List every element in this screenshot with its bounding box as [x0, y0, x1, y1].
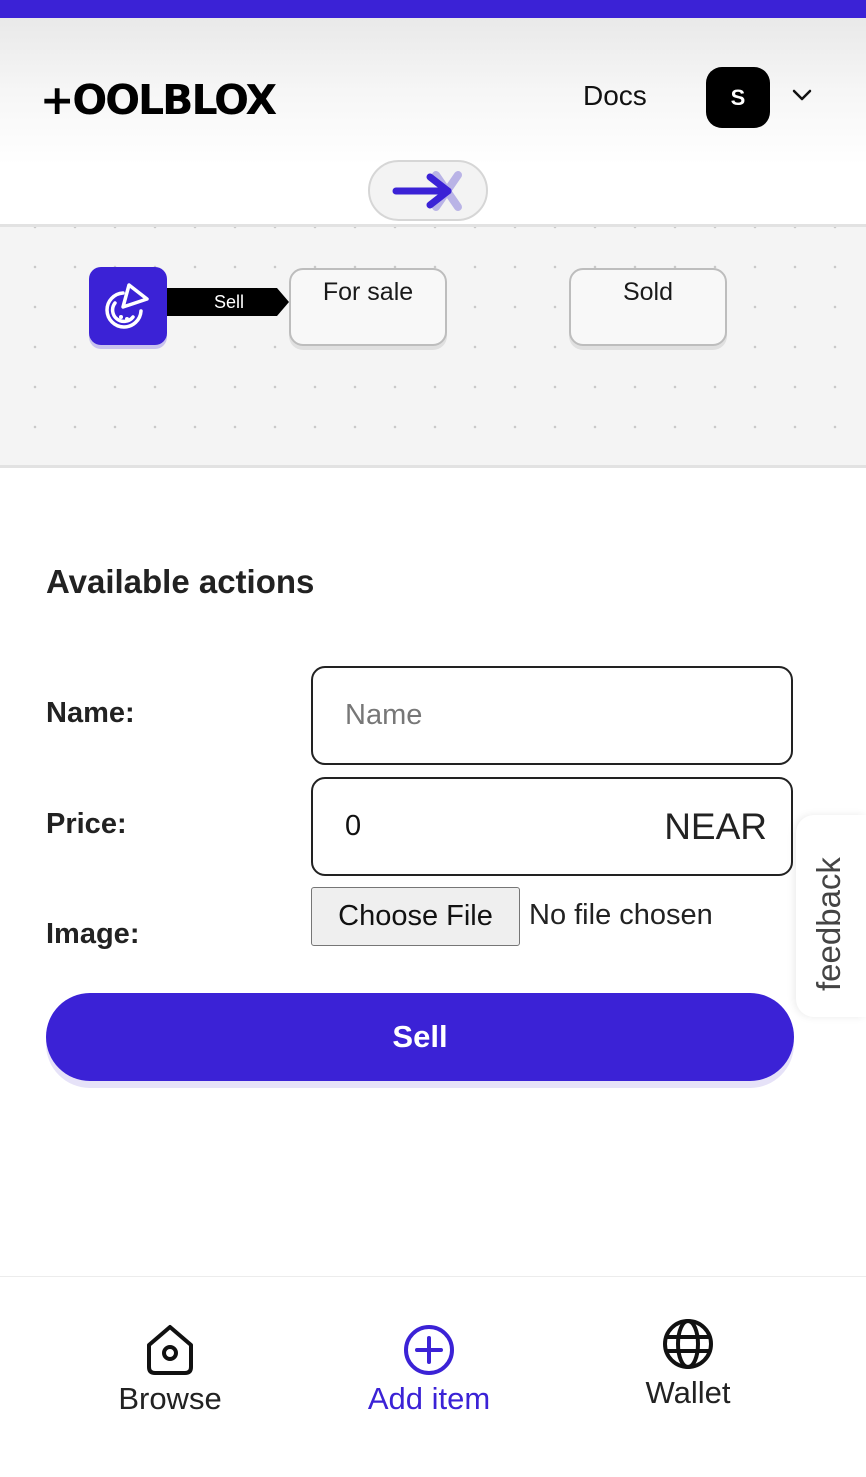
- plus-circle-icon: [404, 1325, 454, 1375]
- pizza-icon: [105, 283, 149, 329]
- docs-link[interactable]: Docs: [583, 80, 647, 112]
- view-toggle-button[interactable]: [368, 160, 488, 221]
- feedback-tab[interactable]: feedback: [796, 815, 866, 1017]
- globe-icon: [663, 1319, 713, 1369]
- nav-browse-label: Browse: [118, 1381, 222, 1416]
- feedback-label: feedback: [810, 857, 847, 991]
- price-label: Price:: [46, 808, 127, 840]
- toggle-arrow-icon: [392, 170, 462, 211]
- price-field[interactable]: NEAR: [311, 777, 793, 876]
- nav-add-item-label: Add item: [367, 1381, 491, 1416]
- logo[interactable]: +OOLBLOX: [40, 72, 277, 128]
- chevron-down-icon[interactable]: [792, 88, 812, 102]
- nav-wallet-label: Wallet: [645, 1375, 731, 1410]
- top-accent-bar: [0, 0, 866, 18]
- nav-wallet[interactable]: Wallet: [588, 1317, 788, 1411]
- name-label: Name:: [46, 697, 135, 729]
- home-icon: [147, 1325, 193, 1375]
- price-unit: NEAR: [664, 806, 767, 847]
- section-title: Available actions: [46, 563, 315, 600]
- state-for-sale[interactable]: For sale: [289, 268, 447, 346]
- file-status: No file chosen: [529, 899, 713, 931]
- workflow-start-node[interactable]: [89, 267, 167, 345]
- bottom-nav: Browse Add item Wallet: [0, 1276, 866, 1477]
- image-label: Image:: [46, 918, 140, 950]
- avatar[interactable]: S: [706, 67, 770, 128]
- nav-add-item[interactable]: Add item: [329, 1323, 529, 1417]
- name-input[interactable]: [345, 694, 765, 736]
- choose-file-button[interactable]: Choose File: [311, 887, 520, 946]
- workflow-canvas[interactable]: [0, 224, 866, 468]
- price-input[interactable]: [345, 805, 645, 847]
- nav-browse[interactable]: Browse: [70, 1323, 270, 1417]
- name-field[interactable]: [311, 666, 793, 765]
- sell-transition-label: Sell: [213, 292, 244, 312]
- state-sold[interactable]: Sold: [569, 268, 727, 346]
- sell-button[interactable]: Sell: [46, 993, 794, 1081]
